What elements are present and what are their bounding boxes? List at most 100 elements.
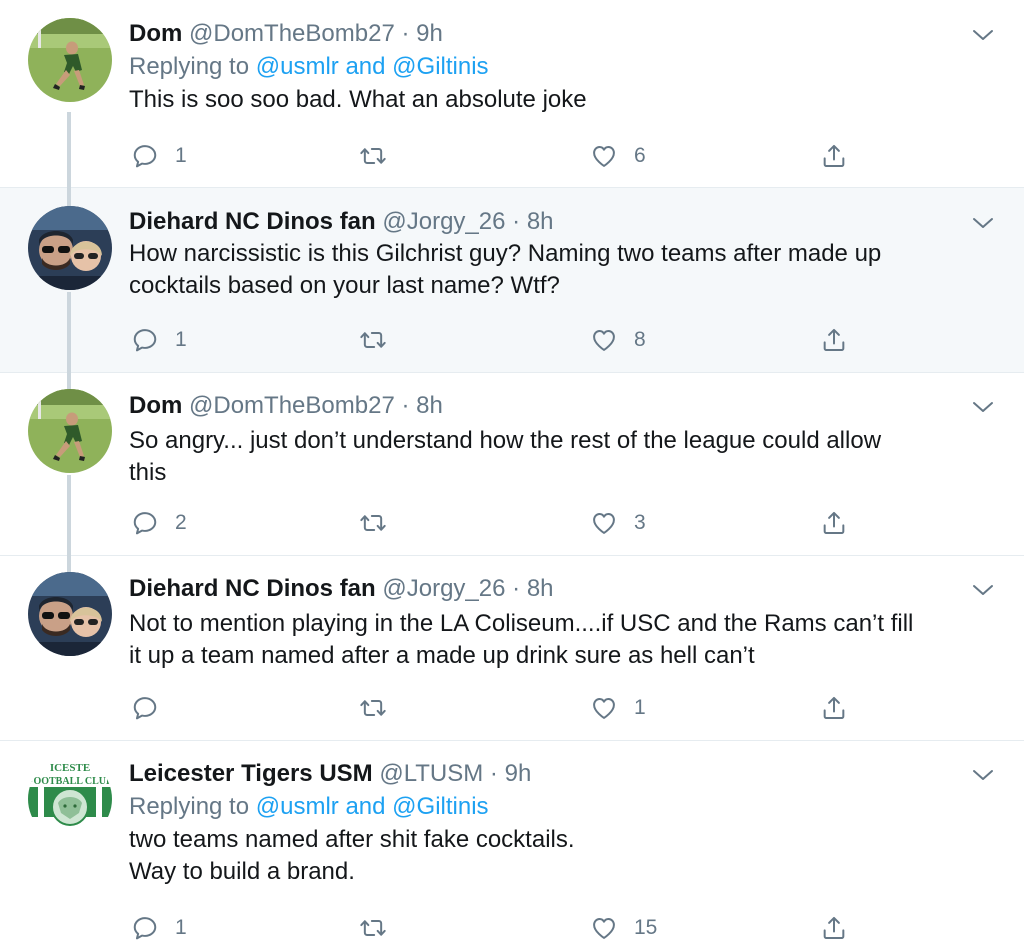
retweet-icon [359,509,387,537]
share-button[interactable] [820,692,848,724]
share-button[interactable] [820,324,848,356]
share-button[interactable] [820,912,848,944]
retweet-icon [359,142,387,170]
tweet-timestamp[interactable]: 9h [505,760,532,787]
separator-dot: · [401,392,410,419]
retweet-button[interactable] [359,692,403,724]
like-count: 1 [634,696,646,719]
tweet-timestamp[interactable]: 8h [527,575,554,602]
separator-dot: · [401,20,410,47]
reply-count: 2 [175,511,187,534]
tweet-header: Dom @DomTheBomb27 · 8h [129,390,1000,422]
chevron-down-icon[interactable] [972,400,994,414]
display-name[interactable]: Diehard NC Dinos fan [129,575,376,602]
chevron-down-icon[interactable] [972,768,994,782]
reply-button[interactable]: 1 [131,140,187,172]
retweet-button[interactable] [359,324,403,356]
avatar[interactable] [28,572,112,656]
share-button[interactable] [820,507,848,539]
retweet-button[interactable] [359,912,403,944]
tweet[interactable]: Diehard NC Dinos fan @Jorgy_26 · 8h Not … [0,556,1024,741]
like-icon [590,326,618,354]
like-count: 6 [634,144,646,167]
tweet-actions: 2 3 [131,507,871,539]
thread-line [67,292,71,373]
chevron-down-icon[interactable] [972,583,994,597]
replying-to-users-link[interactable]: @usmlr and @Giltinis [256,793,489,820]
reply-count: 1 [175,328,187,351]
tweet-text: So angry... just don’t understand how th… [129,425,1000,489]
share-icon [820,142,848,170]
reply-icon [131,509,159,537]
like-count: 8 [634,328,646,351]
couple-selfie-avatar-image [28,206,112,290]
thread-line [67,475,71,556]
avatar[interactable] [28,18,112,102]
share-icon [820,509,848,537]
display-name[interactable]: Leicester Tigers USM [129,760,373,787]
chevron-down-icon[interactable] [972,28,994,42]
replying-to-users-link[interactable]: @usmlr and @Giltinis [256,53,489,80]
like-button[interactable]: 1 [590,692,646,724]
tweet-text-line: This is soo soo bad. What an absolute jo… [129,86,587,113]
tweet-text-line: Way to build a brand. [129,858,355,885]
retweet-button[interactable] [359,507,403,539]
thread-line [67,112,71,188]
reply-button[interactable]: 2 [131,507,187,539]
replying-to-label: Replying to [129,793,250,820]
user-handle[interactable]: @DomTheBomb27 [189,392,395,419]
share-icon [820,914,848,942]
tweet-header: Dom @DomTheBomb27 · 9h [129,18,1000,50]
reply-button[interactable]: 1 [131,912,187,944]
like-button[interactable]: 3 [590,507,646,539]
reply-icon [131,694,159,722]
tweet[interactable]: Dom @DomTheBomb27 · 9h Replying to @usml… [0,0,1024,188]
replying-to: Replying to @usmlr and @Giltinis [129,790,1000,824]
like-count: 3 [634,511,646,534]
reply-count: 1 [175,916,187,939]
avatar[interactable]: ICESTE FOOTBALL CLUB [28,757,112,841]
user-handle[interactable]: @LTUSM [379,760,483,787]
tweet[interactable]: Dom @DomTheBomb27 · 8h So angry... just … [0,373,1024,556]
reply-button[interactable]: 1 [131,324,187,356]
share-icon [820,326,848,354]
reply-icon [131,142,159,170]
thread-line [67,188,71,208]
chevron-down-icon[interactable] [972,216,994,230]
tweet-text: two teams named after shit fake cocktail… [129,824,1000,888]
tweet-timestamp[interactable]: 8h [416,392,443,419]
user-handle[interactable]: @Jorgy_26 [382,575,505,602]
avatar[interactable] [28,206,112,290]
avatar[interactable] [28,389,112,473]
tweet-header: Diehard NC Dinos fan @Jorgy_26 · 8h [129,206,1000,238]
tweet-actions: 1 [131,692,871,724]
display-name[interactable]: Dom [129,20,182,47]
tweet-timestamp[interactable]: 9h [416,20,443,47]
tweet[interactable]: Diehard NC Dinos fan @Jorgy_26 · 8h How … [0,188,1024,373]
reply-icon [131,914,159,942]
like-icon [590,142,618,170]
user-handle[interactable]: @DomTheBomb27 [189,20,395,47]
display-name[interactable]: Diehard NC Dinos fan [129,208,376,235]
tweet-timestamp[interactable]: 8h [527,208,554,235]
tweet-text-line: How narcissistic is this Gilchrist guy? … [129,240,882,267]
crest-text-bottom: FOOTBALL CLUB [28,776,112,787]
user-handle[interactable]: @Jorgy_26 [382,208,505,235]
retweet-button[interactable] [359,140,403,172]
like-icon [590,694,618,722]
like-button[interactable]: 6 [590,140,646,172]
tweet-header: Leicester Tigers USM @LTUSM · 9h [129,758,1000,790]
tweet-actions: 1 8 [131,324,871,356]
retweet-icon [359,326,387,354]
like-button[interactable]: 8 [590,324,646,356]
replying-to: Replying to @usmlr and @Giltinis [129,50,1000,84]
tweet[interactable]: ICESTE FOOTBALL CLUB Leicester Tigers US… [0,741,1024,949]
tweet-text: How narcissistic is this Gilchrist guy? … [129,238,1000,302]
tweet-header: Diehard NC Dinos fan @Jorgy_26 · 8h [129,573,1000,605]
share-button[interactable] [820,140,848,172]
display-name[interactable]: Dom [129,392,182,419]
like-button[interactable]: 15 [590,912,657,944]
reply-button[interactable] [131,692,175,724]
separator-dot: · [512,208,521,235]
tweet-text: This is soo soo bad. What an absolute jo… [129,84,1000,116]
